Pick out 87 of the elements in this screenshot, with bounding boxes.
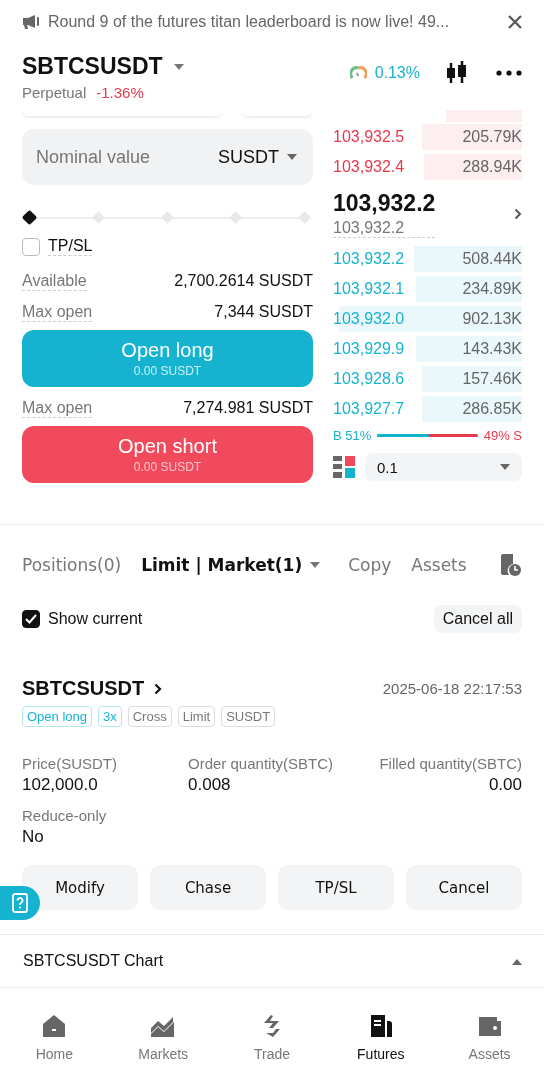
field-label: Price(SUSDT) (22, 755, 118, 772)
order-tag: SUSDT (221, 706, 276, 727)
bid-size: 157.46K (462, 370, 522, 388)
history-icon[interactable] (498, 553, 522, 577)
max-open-value: 7,344 SUSDT (214, 303, 313, 322)
order-symbol[interactable]: SBTCSUSDT (22, 677, 145, 700)
precision-dropdown[interactable]: 0.1 (365, 453, 522, 481)
order-time: 2025-06-18 22:17:53 (382, 680, 522, 697)
bid-size: 286.85K (462, 400, 522, 418)
max-open-label: Max open (22, 303, 93, 322)
bid-size: 902.13K (462, 310, 522, 328)
order-action-button[interactable]: Cancel (406, 865, 522, 910)
symbol-title[interactable]: SBTCSUSDT (22, 53, 163, 80)
bid-size: 508.44K (462, 250, 522, 268)
bid-price[interactable]: 103,928.6 (333, 370, 405, 388)
contract-type: Perpetual (22, 84, 87, 101)
bid-price[interactable]: 103,932.2 (333, 250, 405, 268)
gauge-icon (349, 66, 367, 80)
house-icon (41, 1014, 68, 1038)
buy-ratio: B 51% (333, 428, 372, 443)
orders-tab[interactable]: Positions(0) (22, 555, 122, 575)
bid-size: 143.43K (462, 340, 522, 358)
sell-ratio: 49% S (483, 428, 522, 443)
order-tag: Open long (22, 706, 92, 727)
help-icon (11, 893, 29, 913)
order-action-button[interactable]: Modify (22, 865, 138, 910)
nav-tab[interactable]: Assets (435, 998, 544, 1080)
mark-price: 103,932.2 (333, 219, 436, 238)
unit-selector[interactable]: SUSDT (218, 146, 279, 168)
ask-price[interactable]: 103,932.5 (333, 128, 405, 146)
nav-tab[interactable]: Home (0, 998, 109, 1080)
bid-price[interactable]: 103,927.7 (333, 400, 405, 418)
ask-size: 205.79K (462, 128, 522, 146)
order-action-button[interactable]: TP/SL (278, 865, 394, 910)
more-icon[interactable] (496, 70, 522, 76)
chevron-right-icon[interactable] (514, 208, 522, 220)
field-value: 0.00 (488, 775, 522, 795)
orders-tab[interactable]: Assets (411, 555, 467, 575)
caret-icon[interactable] (172, 62, 185, 71)
megaphone-icon (22, 14, 40, 30)
order-tag: 3x (98, 706, 122, 727)
open-long-button[interactable]: Open long 0.00 SUSDT (22, 330, 313, 387)
order-tag: Limit (177, 706, 216, 727)
checkbox[interactable] (22, 610, 40, 628)
caret-icon[interactable] (287, 153, 297, 161)
field-value: 102,000.0 (22, 775, 99, 795)
cancel-all-button[interactable]: Cancel all (433, 605, 522, 633)
bid-price[interactable]: 103,929.9 (333, 340, 405, 358)
bid-size: 234.89K (462, 280, 522, 298)
max-open-label: Max open (22, 399, 93, 418)
caret-icon[interactable] (500, 463, 510, 471)
bid-price[interactable]: 103,932.1 (333, 280, 405, 298)
available-value: 2,700.2614 SUSDT (174, 272, 313, 291)
field-label: Order quantity(SBTC) (188, 755, 335, 772)
field-value: No (22, 827, 45, 847)
field-label: Filled quantity(SBTC) (379, 755, 522, 772)
orders-tab[interactable]: Copy (348, 555, 392, 575)
last-price: 103,932.2 (333, 190, 436, 217)
leverage-slider[interactable] (22, 209, 313, 227)
collapse-icon[interactable] (512, 957, 522, 965)
nav-tab[interactable]: Trade (217, 998, 327, 1080)
orders-tab[interactable]: Limit | Market(1) (141, 555, 321, 575)
chevron-right-icon[interactable] (154, 682, 163, 695)
layout-icon[interactable] (333, 456, 355, 478)
order-tag: Cross (127, 706, 172, 727)
nav-tab[interactable]: Futures (326, 998, 436, 1080)
ask-price[interactable]: 103,932.4 (333, 158, 405, 176)
tpsl-label[interactable]: TP/SL (48, 237, 93, 256)
amount-field[interactable]: Nominal value (34, 145, 210, 169)
ask-size: 288.94K (462, 158, 522, 176)
available-label: Available (22, 272, 87, 291)
show-current-label[interactable]: Show current (48, 610, 143, 628)
field-label: Reduce-only (22, 807, 108, 824)
candlestick-icon[interactable] (446, 61, 468, 85)
nav-tab[interactable]: Markets (108, 998, 218, 1080)
wallet-icon (476, 1014, 503, 1038)
open-short-button[interactable]: Open short 0.00 SUSDT (22, 426, 313, 483)
order-action-button[interactable]: Chase (150, 865, 266, 910)
checkbox[interactable] (22, 237, 40, 256)
price-change: -1.36% (96, 84, 144, 101)
caret-icon[interactable] (310, 561, 321, 569)
close-icon[interactable] (507, 14, 523, 30)
max-open-value: 7,274.981 SUSDT (183, 399, 313, 418)
announcement-text[interactable]: Round 9 of the futures titan leaderboard is now live! 49... (48, 13, 499, 31)
field-value: 0.008 (188, 775, 232, 795)
chart-section-title[interactable]: SBTCSUSDT Chart (23, 952, 164, 970)
funding-rate[interactable]: 0.13% (374, 64, 420, 82)
